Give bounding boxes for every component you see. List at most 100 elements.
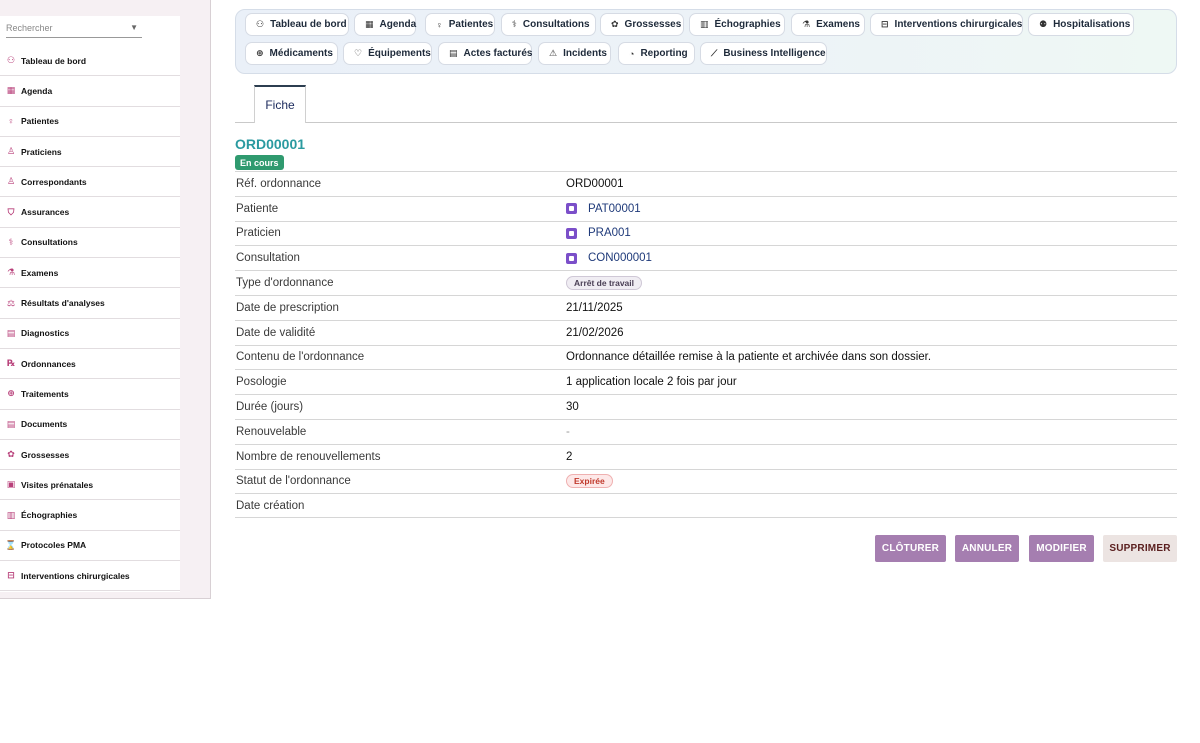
sidebar-panel: Rechercher ▼ ⚇ Tableau de bord ▦ Agenda ♀ Pat… — [0, 16, 180, 592]
nav-invoice[interactable]: ▤ Actes facturés — [438, 42, 532, 65]
nav-dashboard[interactable]: ⚇ Tableau de bord — [245, 13, 349, 36]
field-link-text[interactable]: PAT00001 — [588, 203, 641, 215]
nav-label: Agenda — [379, 19, 417, 30]
dashboard-icon: ⚇ — [6, 55, 16, 66]
field-label: Statut de l'ordonnance — [236, 475, 351, 488]
field-row: Date création — [235, 493, 1177, 519]
field-row: Durée (jours) 30 — [235, 394, 1177, 419]
field-row: Réf. ordonnance ORD00001 — [235, 171, 1177, 196]
nav-label: Tableau de bord — [270, 19, 347, 30]
doctor-icon: ♙ — [6, 146, 16, 157]
field-row: Praticien PRA001 — [235, 220, 1177, 246]
sidebar-item-bed[interactable]: ⊟ Interventions chirurgicales — [0, 561, 180, 592]
ultrasound-icon: ▥ — [700, 19, 709, 29]
sidebar-item-stethoscope[interactable]: ⚕ Consultations — [0, 228, 180, 259]
field-link[interactable]: CON000001 — [566, 252, 652, 264]
nav-label: Actes facturés — [463, 48, 533, 59]
nav-label: Équipements — [368, 48, 431, 59]
edit-button[interactable]: MODIFIER — [1029, 535, 1094, 562]
nav-label: Incidents — [563, 48, 607, 59]
female-icon: ♀ — [436, 19, 443, 30]
sidebar-item-label: Examens — [21, 267, 59, 278]
sidebar-item-clipboard[interactable]: ▤ Diagnostics — [0, 319, 180, 349]
field-label: Nombre de renouvellements — [236, 450, 381, 463]
document-icon: ▤ — [6, 418, 16, 429]
pills-icon: ⊕ — [7, 388, 15, 399]
top-navigation: ⚇ Tableau de bord ▦ Agenda ♀ Patientes ⚕ Consul… — [235, 9, 1177, 74]
bed-icon: ⊟ — [881, 19, 889, 29]
field-link[interactable]: PAT00001 — [566, 203, 641, 215]
nav-bed[interactable]: ⊟ Interventions chirurgicales — [870, 13, 1023, 36]
nav-calendar[interactable]: ▦ Agenda — [354, 13, 416, 36]
field-value: 21/11/2025 — [566, 301, 623, 314]
sidebar-item-pregnancy[interactable]: ✿ Grossesses — [0, 440, 180, 471]
nav-label: Business Intelligence — [723, 48, 826, 59]
field-row: Consultation CON000001 — [235, 245, 1177, 270]
nav-label: Examens — [816, 19, 860, 30]
user-icon: ♙ — [6, 176, 16, 187]
sidebar-item-pills[interactable]: ⊕ Traitements — [0, 379, 180, 410]
nav-label: Médicaments — [269, 48, 333, 59]
calendar-icon: ▦ — [365, 19, 374, 29]
status-chip: Arrêt de travail — [566, 276, 642, 291]
nav-label: Échographies — [714, 19, 781, 30]
sidebar-item-ultrasound[interactable]: ▥ Échographies — [0, 500, 180, 531]
record-link-icon[interactable] — [566, 227, 577, 239]
field-row: Date de validité 21/02/2026 — [235, 319, 1177, 345]
nav-warning[interactable]: ⚠ Incidents — [538, 42, 611, 65]
sidebar-item-calendar[interactable]: ▦ Agenda — [0, 76, 180, 107]
sidebar-item-document[interactable]: ▤ Documents — [0, 410, 180, 440]
field-link[interactable]: PRA001 — [566, 227, 631, 239]
delete-button[interactable]: SUPPRIMER — [1103, 535, 1177, 562]
nav-pills[interactable]: ⊕ Médicaments — [245, 42, 338, 65]
sidebar-item-lab-results[interactable]: ⚖ Résultats d'analyses — [0, 288, 180, 319]
pregnancy-icon: ✿ — [7, 449, 15, 459]
sidebar-item-dashboard[interactable]: ⚇ Tableau de bord — [0, 46, 180, 77]
field-row: Date de prescription 21/11/2025 — [235, 294, 1177, 320]
tab-bar: Fiche — [235, 85, 1177, 123]
sidebar-item-hourglass[interactable]: ⌛ Protocoles PMA — [0, 531, 180, 562]
nav-ultrasound[interactable]: ▥ Échographies — [689, 13, 785, 36]
sidebar-item-label: Patientes — [21, 116, 59, 127]
sidebar-item-shield[interactable]: ⛉ Assurances — [0, 197, 180, 228]
status-chip: Expirée — [566, 474, 613, 489]
sidebar-item-doctor[interactable]: ♙ Praticiens — [0, 137, 180, 168]
nav-stethoscope[interactable]: ⚕ Consultations — [501, 13, 596, 36]
record-fields: Réf. ordonnance ORD00001 Patiente PAT00001 P… — [235, 171, 1177, 519]
field-label: Consultation — [236, 252, 300, 265]
tab-fiche[interactable]: Fiche — [254, 85, 306, 123]
nav-female[interactable]: ♀ Patientes — [425, 13, 495, 36]
sidebar-item-prescription[interactable]: ℞ Ordonnances — [0, 349, 180, 380]
sidebar-item-label: Documents — [21, 419, 68, 430]
heart-icon: ♡ — [354, 48, 363, 58]
status-badge: En cours — [235, 155, 284, 170]
sidebar-item-female[interactable]: ♀ Patientes — [0, 107, 180, 137]
nav-pregnancy[interactable]: ✿ Grossesses — [600, 13, 684, 36]
nav-heart[interactable]: ♡ Équipements — [343, 42, 432, 65]
sidebar-item-label: Traitements — [21, 388, 69, 399]
cancel-button[interactable]: ANNULER — [955, 535, 1019, 562]
field-link-text[interactable]: CON000001 — [588, 252, 652, 264]
field-value: 30 — [566, 401, 579, 414]
record-link-icon[interactable] — [566, 252, 577, 264]
nav-hospital[interactable]: ⚉ Hospitalisations — [1028, 13, 1134, 36]
prescription-icon: ℞ — [6, 358, 16, 369]
microscope-icon: ⚗ — [802, 19, 811, 29]
field-row: Renouvelable - — [235, 418, 1177, 444]
nav-microscope[interactable]: ⚗ Examens — [791, 13, 865, 36]
field-label: Réf. ordonnance — [236, 177, 322, 190]
chevron-down-icon[interactable]: ▼ — [130, 23, 138, 32]
sidebar-item-label: Ordonnances — [21, 358, 76, 369]
nav-line-chart[interactable]: ⟋ Business Intelligence — [700, 42, 827, 65]
sidebar-item-prenatal[interactable]: ▣ Visites prénatales — [0, 470, 180, 501]
sidebar-item-microscope[interactable]: ⚗ Examens — [0, 258, 180, 289]
sidebar-item-user[interactable]: ♙ Correspondants — [0, 167, 180, 198]
nav-label: Grossesses — [624, 19, 682, 30]
search-input[interactable]: Rechercher ▼ — [6, 18, 142, 38]
shield-icon: ⛉ — [7, 206, 15, 217]
record-link-icon[interactable] — [566, 203, 577, 215]
field-link-text[interactable]: PRA001 — [588, 227, 631, 239]
nav-pie-chart[interactable]: ◔ Reporting — [618, 42, 695, 65]
page-title: ORD00001 — [235, 136, 306, 152]
close-record-button[interactable]: CLÔTURER — [875, 535, 946, 562]
